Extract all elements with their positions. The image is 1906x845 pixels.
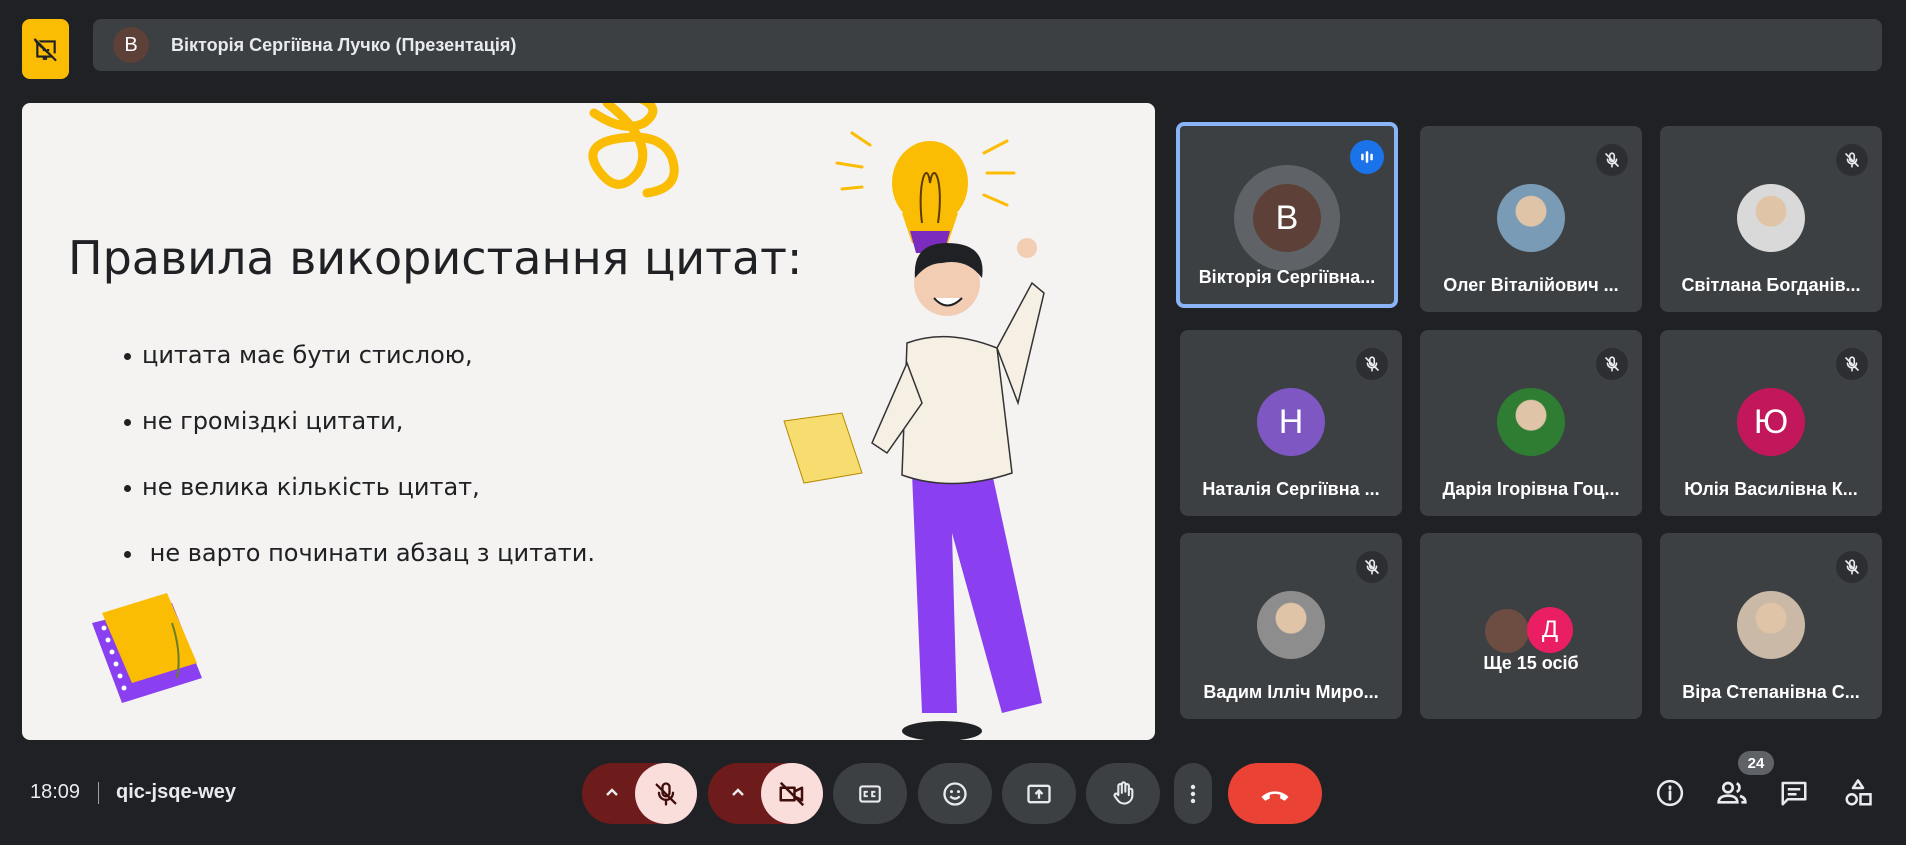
activities-icon — [1845, 779, 1872, 806]
avatar-photo — [1737, 591, 1805, 659]
mic-toggle-button[interactable] — [635, 763, 697, 824]
muted-indicator — [1836, 551, 1868, 583]
slide-bullet: не громіздкі цитати, — [124, 407, 595, 473]
mic-off-icon — [1845, 559, 1859, 575]
presenter-bar[interactable]: В Вікторія Сергіївна Лучко (Презентація) — [93, 19, 1882, 71]
mic-off-icon — [655, 781, 677, 806]
avatar: В — [1253, 184, 1321, 252]
avatar: Д — [1527, 607, 1573, 653]
chat-icon — [1781, 781, 1807, 806]
slide-bullet: не варто починати абзац з цитати. — [124, 539, 595, 605]
avatar-photo — [1497, 388, 1565, 456]
mic-off-icon — [1365, 559, 1379, 575]
presenter-title: Вікторія Сергіївна Лучко (Презентація) — [171, 34, 517, 55]
mic-off-icon — [1605, 152, 1619, 168]
presentation-slide: Правила використання цитат: цитата має б… — [22, 103, 1155, 740]
participant-tile[interactable]: Д Ще 15 осіб — [1420, 533, 1642, 719]
chevron-up-icon[interactable] — [726, 781, 750, 805]
avatar-photo — [1737, 184, 1805, 252]
participant-tile[interactable]: В Вікторія Сергіївна... — [1176, 122, 1398, 308]
mic-off-icon — [1845, 356, 1859, 372]
muted-indicator — [1596, 348, 1628, 380]
participant-name: Юлія Василівна К... — [1684, 479, 1858, 499]
captions-button[interactable] — [833, 763, 907, 824]
info-icon — [1656, 779, 1684, 807]
leave-call-button[interactable] — [1228, 763, 1322, 824]
more-options-button[interactable] — [1174, 763, 1212, 824]
raise-hand-icon — [1113, 780, 1134, 805]
captions-icon — [859, 784, 881, 803]
chat-button[interactable] — [1774, 773, 1814, 813]
present-stopped-icon — [33, 38, 57, 62]
muted-indicator — [1836, 348, 1868, 380]
participant-tile[interactable]: Ю Юлія Василівна К... — [1660, 330, 1882, 516]
participant-tile[interactable]: Віра Степанівна С... — [1660, 533, 1882, 719]
participant-tile[interactable]: Н Наталія Сергіївна ... — [1180, 330, 1402, 516]
people-button[interactable] — [1712, 773, 1752, 813]
participant-name: Наталія Сергіївна ... — [1202, 479, 1380, 499]
speaking-indicator — [1350, 140, 1384, 174]
avatar: Н — [1257, 388, 1325, 456]
clock: 18:09 — [30, 781, 81, 803]
camera-toggle-button[interactable] — [761, 763, 823, 824]
chevron-up-icon[interactable] — [600, 781, 624, 805]
participant-name: Вікторія Сергіївна... — [1198, 267, 1376, 287]
participant-tile[interactable]: Дарія Ігорівна Гоц... — [1420, 330, 1642, 516]
speaking-indicator-icon — [1361, 151, 1373, 163]
participant-tile[interactable]: Вадим Ілліч Миро... — [1180, 533, 1402, 719]
raise-hand-button[interactable] — [1086, 763, 1160, 824]
slide-title: Правила використання цитат: — [68, 231, 803, 285]
more-vert-icon — [1190, 784, 1196, 803]
avatar: Ю — [1737, 388, 1805, 456]
emoji-icon — [943, 781, 967, 806]
audio-control-group — [582, 763, 697, 824]
video-control-group — [708, 763, 823, 824]
muted-indicator — [1836, 144, 1868, 176]
participant-tile[interactable]: Олег Віталійович ... — [1420, 126, 1642, 312]
muted-indicator — [1596, 144, 1628, 176]
participant-name: Олег Віталійович ... — [1443, 275, 1619, 295]
participant-tile[interactable]: Світлана Богданів... — [1660, 126, 1882, 312]
mic-off-icon — [1365, 356, 1379, 372]
more-participants-avatars: Д — [1485, 607, 1577, 653]
meeting-code: qic-jsqe-wey — [116, 781, 237, 803]
slide-bullet: цитата має бути стислою, — [124, 341, 595, 407]
participant-name: Світлана Богданів... — [1681, 275, 1861, 295]
avatar — [1485, 609, 1529, 653]
meeting-details-button[interactable] — [1650, 773, 1690, 813]
avatar-photo — [1257, 591, 1325, 659]
participant-name: Віра Степанівна С... — [1682, 682, 1860, 702]
more-participants-label: Ще 15 осіб — [1483, 653, 1579, 673]
mic-off-icon — [1605, 356, 1619, 372]
muted-indicator — [1356, 551, 1388, 583]
mic-off-icon — [1845, 152, 1859, 168]
slide-bullet-list: цитата має бути стислою, не громіздкі ци… — [124, 341, 595, 605]
people-icon — [1717, 781, 1747, 804]
call-end-icon — [1261, 790, 1289, 801]
presentation-stopped-button[interactable] — [22, 19, 69, 79]
avatar-photo — [1497, 184, 1565, 252]
participant-name: Вадим Ілліч Миро... — [1203, 682, 1379, 702]
present-screen-icon — [1027, 784, 1051, 803]
present-screen-button[interactable] — [1002, 763, 1076, 824]
divider — [98, 782, 99, 804]
muted-indicator — [1356, 348, 1388, 380]
emoji-button[interactable] — [918, 763, 992, 824]
presenter-avatar: В — [113, 27, 149, 63]
participants-count-badge: 24 — [1738, 751, 1774, 775]
participant-name: Дарія Ігорівна Гоц... — [1442, 479, 1620, 499]
slide-bullet: не велика кількість цитат, — [124, 473, 595, 539]
activities-button[interactable] — [1838, 773, 1878, 813]
camera-off-icon — [779, 781, 805, 806]
